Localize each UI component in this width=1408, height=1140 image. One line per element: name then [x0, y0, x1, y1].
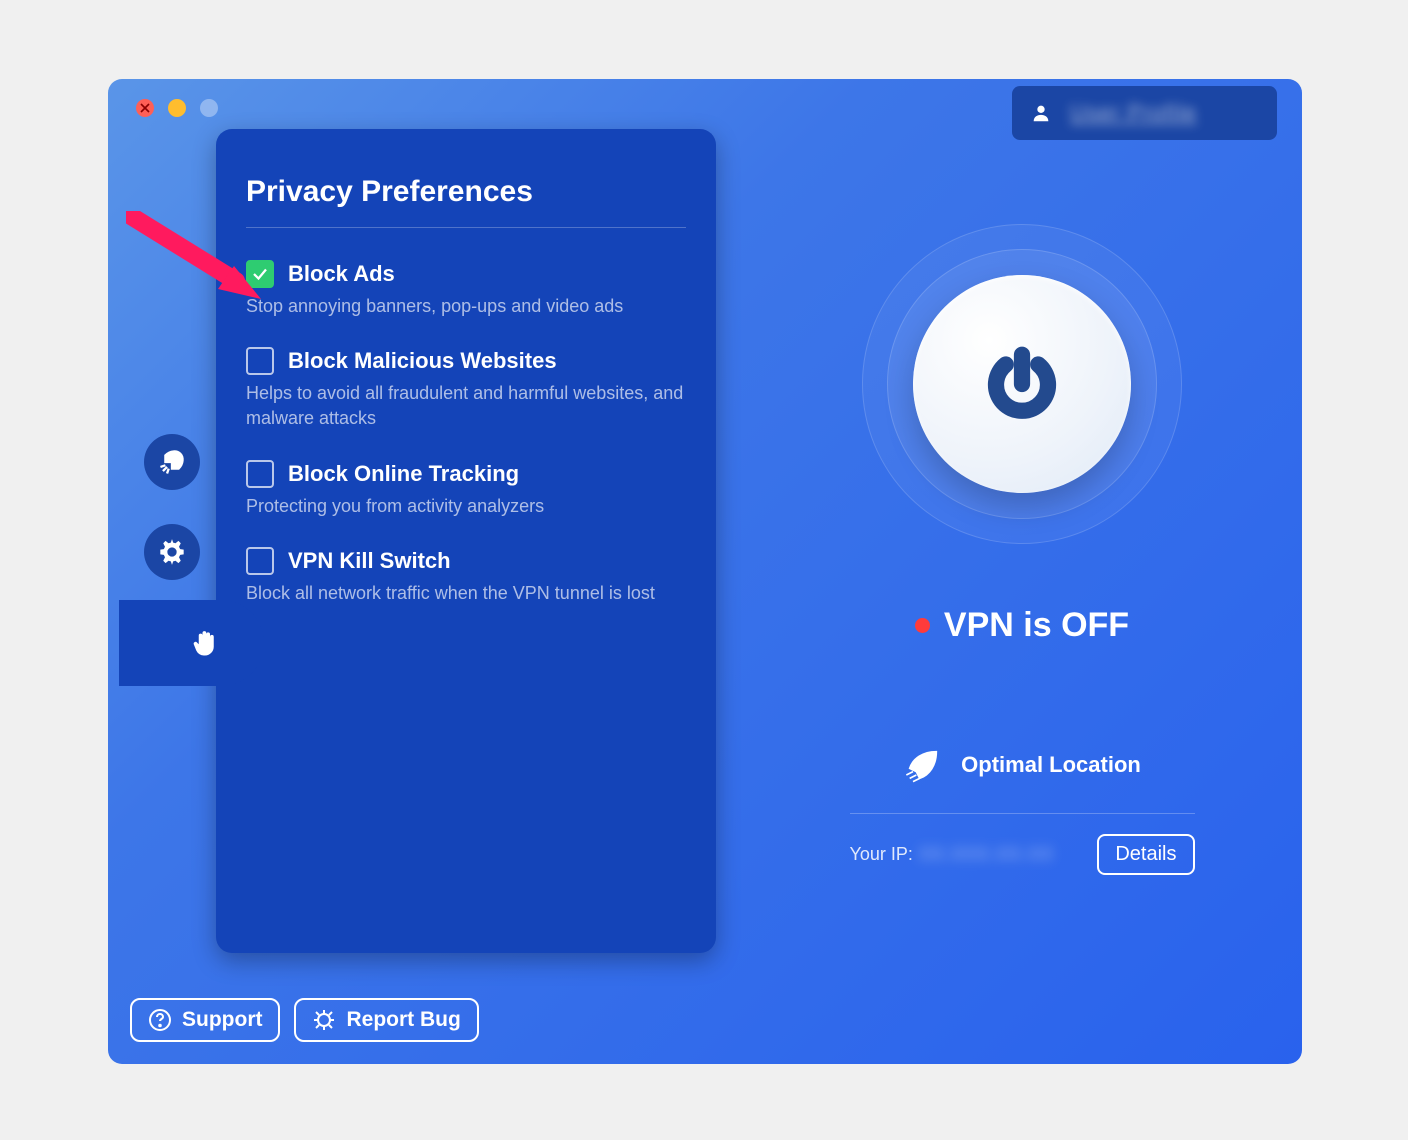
privacy-panel: Privacy Preferences Block Ads Stop annoy… — [216, 129, 716, 953]
pref-block-ads: Block Ads Stop annoying banners, pop-ups… — [246, 260, 686, 319]
minimize-window-button[interactable] — [168, 99, 186, 117]
support-button[interactable]: Support — [130, 998, 280, 1042]
panel-title: Privacy Preferences — [246, 175, 686, 209]
power-button-area — [862, 224, 1182, 544]
sidebar-item-settings[interactable] — [144, 524, 200, 580]
close-window-button[interactable] — [136, 99, 154, 117]
pref-description: Protecting you from activity analyzers — [246, 494, 686, 519]
pref-description: Block all network traffic when the VPN t… — [246, 581, 686, 606]
user-icon — [1030, 102, 1052, 124]
rocket-icon — [903, 745, 943, 785]
sidebar-item-connection[interactable] — [144, 434, 200, 490]
bug-icon — [312, 1008, 336, 1032]
location-selector[interactable]: Optimal Location — [850, 745, 1195, 814]
divider — [246, 227, 686, 228]
pref-description: Helps to avoid all fraudulent and harmfu… — [246, 381, 686, 431]
gear-icon — [158, 538, 186, 566]
pref-title: VPN Kill Switch — [288, 548, 451, 574]
hand-icon — [190, 628, 220, 658]
checkbox-block-malicious[interactable] — [246, 347, 274, 375]
annotation-arrow — [126, 211, 266, 316]
window-controls — [136, 99, 218, 117]
report-bug-label: Report Bug — [346, 1008, 460, 1032]
sidebar-item-privacy[interactable] — [119, 600, 264, 686]
checkbox-block-tracking[interactable] — [246, 460, 274, 488]
location-card: Optimal Location Your IP: XX.XXX.XX.XX D… — [850, 745, 1195, 875]
pref-block-malicious: Block Malicious Websites Helps to avoid … — [246, 347, 686, 431]
report-bug-button[interactable]: Report Bug — [294, 998, 478, 1042]
rocket-icon — [158, 448, 186, 476]
help-icon — [148, 1008, 172, 1032]
checkbox-kill-switch[interactable] — [246, 547, 274, 575]
pref-title: Block Malicious Websites — [288, 348, 557, 374]
sidebar — [144, 434, 200, 670]
main-area: VPN is OFF Optimal Location Your IP: XX.… — [742, 224, 1302, 875]
app-window: User Profile Privacy Preferences — [108, 79, 1302, 1064]
pref-kill-switch: VPN Kill Switch Block all network traffi… — [246, 547, 686, 606]
pref-title: Block Ads — [288, 261, 395, 287]
pref-block-tracking: Block Online Tracking Protecting you fro… — [246, 460, 686, 519]
account-button[interactable]: User Profile — [1012, 86, 1277, 140]
status-indicator-icon — [915, 618, 930, 633]
pref-title: Block Online Tracking — [288, 461, 519, 487]
maximize-window-button[interactable] — [200, 99, 218, 117]
support-label: Support — [182, 1008, 262, 1032]
vpn-status: VPN is OFF — [915, 606, 1129, 645]
location-label: Optimal Location — [961, 752, 1141, 778]
status-text: VPN is OFF — [944, 606, 1129, 645]
details-button[interactable]: Details — [1097, 834, 1194, 875]
ip-label: Your IP: — [850, 844, 913, 865]
account-name: User Profile — [1070, 100, 1197, 126]
power-button[interactable] — [913, 275, 1131, 493]
footer-bar: Support Report Bug — [130, 998, 479, 1042]
pref-description: Stop annoying banners, pop-ups and video… — [246, 294, 686, 319]
ip-display: Your IP: XX.XXX.XX.XX — [850, 844, 1054, 865]
close-icon — [140, 103, 150, 113]
ip-value: XX.XXX.XX.XX — [919, 844, 1054, 865]
power-icon — [983, 345, 1061, 423]
